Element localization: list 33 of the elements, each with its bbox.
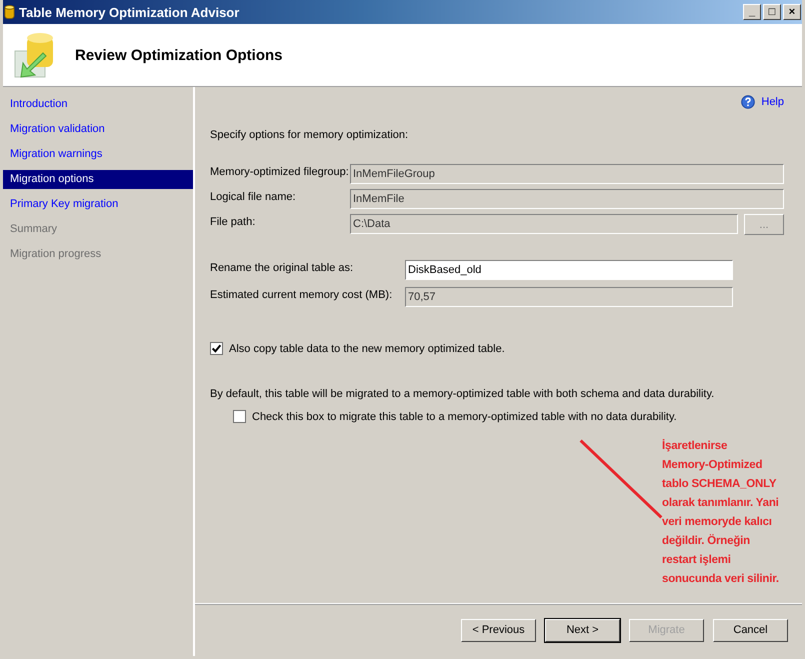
input-field[interactable]: InMemFileGroup <box>350 164 784 184</box>
field-label: Memory-optimized filegroup: <box>210 165 350 180</box>
field-label: File path: <box>210 215 256 230</box>
annotation-text: İşaretlenirse Memory-Optimized tablo SCHEMA_ONLY olarak tanımlanır. Yani veri memoryde kalıcı değildir. Örneğin restart işlemi sonucunda veri silinir. <box>662 438 779 587</box>
close-button[interactable]: × <box>783 4 801 20</box>
durability-text: By default, this table will be migrated to a memory-optimized table with both schema and data durability. <box>210 388 716 400</box>
nav-item[interactable]: Primary Key migration <box>3 195 193 214</box>
input-field[interactable]: DiskBased_old <box>405 260 733 280</box>
instruction-text: Specify options for memory optimization: <box>210 129 410 141</box>
wizard-button[interactable]: Cancel <box>713 618 788 642</box>
field-label: Rename the original table as: <box>210 261 354 276</box>
wizard-button[interactable]: Next > <box>545 618 620 642</box>
help-icon <box>741 95 756 109</box>
page-title: Review Optimization Options <box>75 46 283 64</box>
input-field[interactable]: C:\Data <box>350 214 738 234</box>
nav-item[interactable]: Migration options <box>3 170 193 189</box>
field-label: Estimated current memory cost (MB): <box>210 288 394 303</box>
checkbox[interactable] <box>210 342 223 355</box>
checkbox-label: Also copy table data to the new memory optimized table. <box>229 342 505 354</box>
field-label: Logical file name: <box>210 190 297 205</box>
database-icon <box>4 4 15 20</box>
help-link[interactable]: Help <box>741 95 784 109</box>
nav-item[interactable]: Migration warnings <box>3 145 193 164</box>
maximize-button[interactable]: □ <box>763 4 781 20</box>
minimize-button[interactable]: _ <box>743 4 761 20</box>
window-title: Table Memory Optimization Advisor <box>19 4 240 20</box>
checkbox[interactable] <box>233 410 246 423</box>
nav-item[interactable]: Migration validation <box>3 120 193 139</box>
input-field[interactable]: InMemFile <box>350 189 784 209</box>
wizard-button[interactable]: < Previous <box>461 618 536 642</box>
input-field[interactable]: 70,57 <box>405 287 733 307</box>
checkbox-label: Check this box to migrate this table to a memory-optimized table with no data durability. <box>252 410 677 422</box>
nav-item[interactable]: Introduction <box>3 95 193 114</box>
